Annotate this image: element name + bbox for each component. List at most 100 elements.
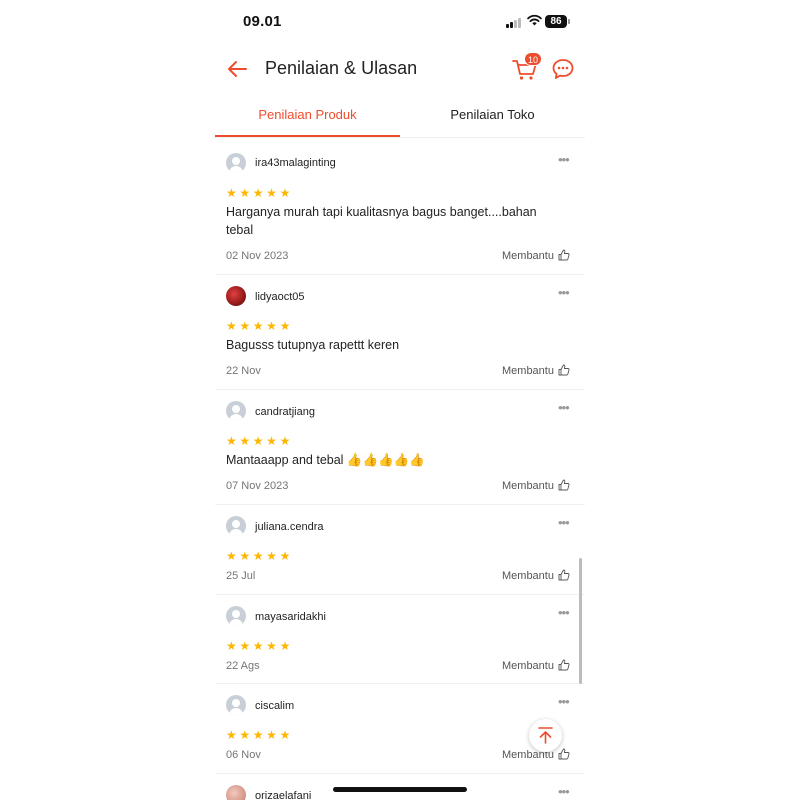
star-icon: ★ bbox=[252, 434, 264, 448]
review-date: 22 Nov bbox=[226, 365, 261, 377]
star-icon: ★ bbox=[226, 434, 237, 448]
review-username: ciscalim bbox=[255, 700, 295, 712]
star-rating: ★ ★ ★ ★ ★ bbox=[226, 432, 293, 448]
helpful-button[interactable]: Membantu bbox=[502, 748, 570, 761]
review-text: Harganya murah tapi kualitasnya bagus ba… bbox=[226, 205, 537, 237]
star-icon: ★ bbox=[239, 434, 251, 448]
star-rating: ★ ★ ★ ★ ★ bbox=[226, 184, 293, 200]
avatar bbox=[226, 785, 246, 800]
thumbs-up-icon bbox=[558, 249, 570, 261]
back-button[interactable] bbox=[223, 54, 253, 84]
helpful-button[interactable]: Membantu bbox=[502, 364, 570, 377]
review-date: 25 Jul bbox=[226, 570, 256, 582]
star-rating: ★ ★ ★ ★ ★ bbox=[226, 317, 293, 333]
star-icon: ★ bbox=[252, 186, 264, 200]
scroll-to-top-button[interactable] bbox=[529, 719, 562, 752]
chat-button[interactable] bbox=[550, 56, 576, 82]
helpful-label: Membantu bbox=[502, 250, 554, 262]
battery-tip bbox=[568, 19, 570, 24]
avatar bbox=[226, 606, 246, 626]
more-dots-icon[interactable]: ••• bbox=[558, 153, 570, 166]
list-item: ira43malaginting ••• ★ ★ ★ ★ ★ Harganya mura… bbox=[215, 140, 585, 275]
helpful-button[interactable]: Membantu bbox=[502, 569, 570, 582]
phone-screen: 09.01 86 Penilaian & Ulasan 10 Penilaian… bbox=[215, 0, 585, 800]
more-dots-icon[interactable]: ••• bbox=[558, 695, 570, 708]
star-icon: ★ bbox=[266, 639, 277, 653]
home-indicator bbox=[333, 787, 467, 792]
thumbs-up-icon bbox=[558, 479, 570, 491]
helpful-button[interactable]: Membantu bbox=[502, 479, 570, 492]
list-item: mayasaridakhi ••• ★ ★ ★ ★ ★ 22 Ags Membantu bbox=[215, 595, 585, 684]
more-dots-icon[interactable]: ••• bbox=[558, 286, 570, 299]
tab-shop-reviews[interactable]: Penilaian Toko bbox=[400, 96, 585, 138]
star-icon: ★ bbox=[239, 319, 251, 333]
star-icon: ★ bbox=[252, 549, 264, 563]
star-icon: ★ bbox=[266, 186, 277, 200]
list-item: juliana.cendra ••• ★ ★ ★ ★ ★ 25 Jul Membantu bbox=[215, 505, 585, 595]
review-username: juliana.cendra bbox=[255, 521, 324, 533]
arrow-left-icon bbox=[228, 61, 247, 77]
star-rating: ★ ★ ★ ★ ★ bbox=[226, 637, 293, 653]
review-username: lidyaoct05 bbox=[255, 291, 305, 303]
star-icon: ★ bbox=[226, 639, 237, 653]
review-date: 07 Nov 2023 bbox=[226, 480, 289, 492]
review-username: ira43malaginting bbox=[255, 157, 336, 169]
list-item: candratjiang ••• ★ ★ ★ ★ ★ Mantaaapp and teb… bbox=[215, 390, 585, 505]
battery-icon: 86 bbox=[545, 15, 567, 28]
star-icon: ★ bbox=[226, 186, 237, 200]
star-icon: ★ bbox=[266, 319, 277, 333]
cart-count-badge: 10 bbox=[524, 52, 543, 66]
star-icon: ★ bbox=[252, 319, 264, 333]
helpful-label: Membantu bbox=[502, 660, 554, 672]
avatar bbox=[226, 695, 246, 715]
star-icon: ★ bbox=[239, 186, 251, 200]
page-title: Penilaian & Ulasan bbox=[265, 58, 418, 78]
more-dots-icon[interactable]: ••• bbox=[558, 785, 570, 798]
avatar bbox=[226, 153, 246, 173]
star-icon: ★ bbox=[266, 549, 277, 563]
star-icon: ★ bbox=[239, 728, 251, 742]
star-icon: ★ bbox=[279, 319, 291, 333]
chat-icon bbox=[552, 59, 574, 79]
wifi-icon bbox=[527, 14, 542, 26]
review-date: 22 Ags bbox=[226, 660, 260, 672]
review-username: orizaelafani bbox=[255, 790, 312, 800]
star-icon: ★ bbox=[239, 639, 251, 653]
thumbs-up-icon bbox=[558, 569, 570, 581]
active-tab-indicator bbox=[215, 135, 400, 137]
more-dots-icon[interactable]: ••• bbox=[558, 606, 570, 619]
helpful-button[interactable]: Membantu bbox=[502, 249, 570, 262]
star-icon: ★ bbox=[226, 728, 237, 742]
scrollbar[interactable] bbox=[579, 558, 582, 684]
star-rating: ★ ★ ★ ★ ★ bbox=[226, 547, 293, 563]
helpful-label: Membantu bbox=[502, 570, 554, 582]
thumbs-up-icon bbox=[558, 364, 570, 376]
avatar bbox=[226, 516, 246, 536]
avatar bbox=[226, 286, 246, 306]
helpful-button[interactable]: Membantu bbox=[502, 659, 570, 672]
status-bar: 09.01 86 bbox=[215, 0, 585, 44]
star-icon: ★ bbox=[226, 319, 237, 333]
more-dots-icon[interactable]: ••• bbox=[558, 516, 570, 529]
review-date: 06 Nov bbox=[226, 749, 261, 761]
star-icon: ★ bbox=[226, 549, 237, 563]
status-time: 09.01 bbox=[243, 13, 282, 30]
avatar bbox=[226, 401, 246, 421]
more-dots-icon[interactable]: ••• bbox=[558, 401, 570, 414]
star-icon: ★ bbox=[279, 186, 291, 200]
review-username: candratjiang bbox=[255, 406, 315, 418]
review-text: Mantaaapp and tebal 👍👍👍👍👍 bbox=[226, 453, 425, 467]
star-icon: ★ bbox=[279, 549, 291, 563]
star-icon: ★ bbox=[239, 549, 251, 563]
star-icon: ★ bbox=[279, 639, 291, 653]
signal-icon bbox=[506, 17, 523, 28]
helpful-label: Membantu bbox=[502, 365, 554, 377]
helpful-label: Membantu bbox=[502, 480, 554, 492]
tab-product-reviews[interactable]: Penilaian Produk bbox=[215, 96, 400, 138]
review-tabs: Penilaian Produk Penilaian Toko bbox=[215, 96, 585, 138]
thumbs-up-icon bbox=[558, 748, 570, 760]
thumbs-up-icon bbox=[558, 659, 570, 671]
header: Penilaian & Ulasan 10 bbox=[215, 48, 585, 90]
list-item: lidyaoct05 ••• ★ ★ ★ ★ ★ Bagusss tutupnya ra… bbox=[215, 275, 585, 390]
review-username: mayasaridakhi bbox=[255, 611, 326, 623]
